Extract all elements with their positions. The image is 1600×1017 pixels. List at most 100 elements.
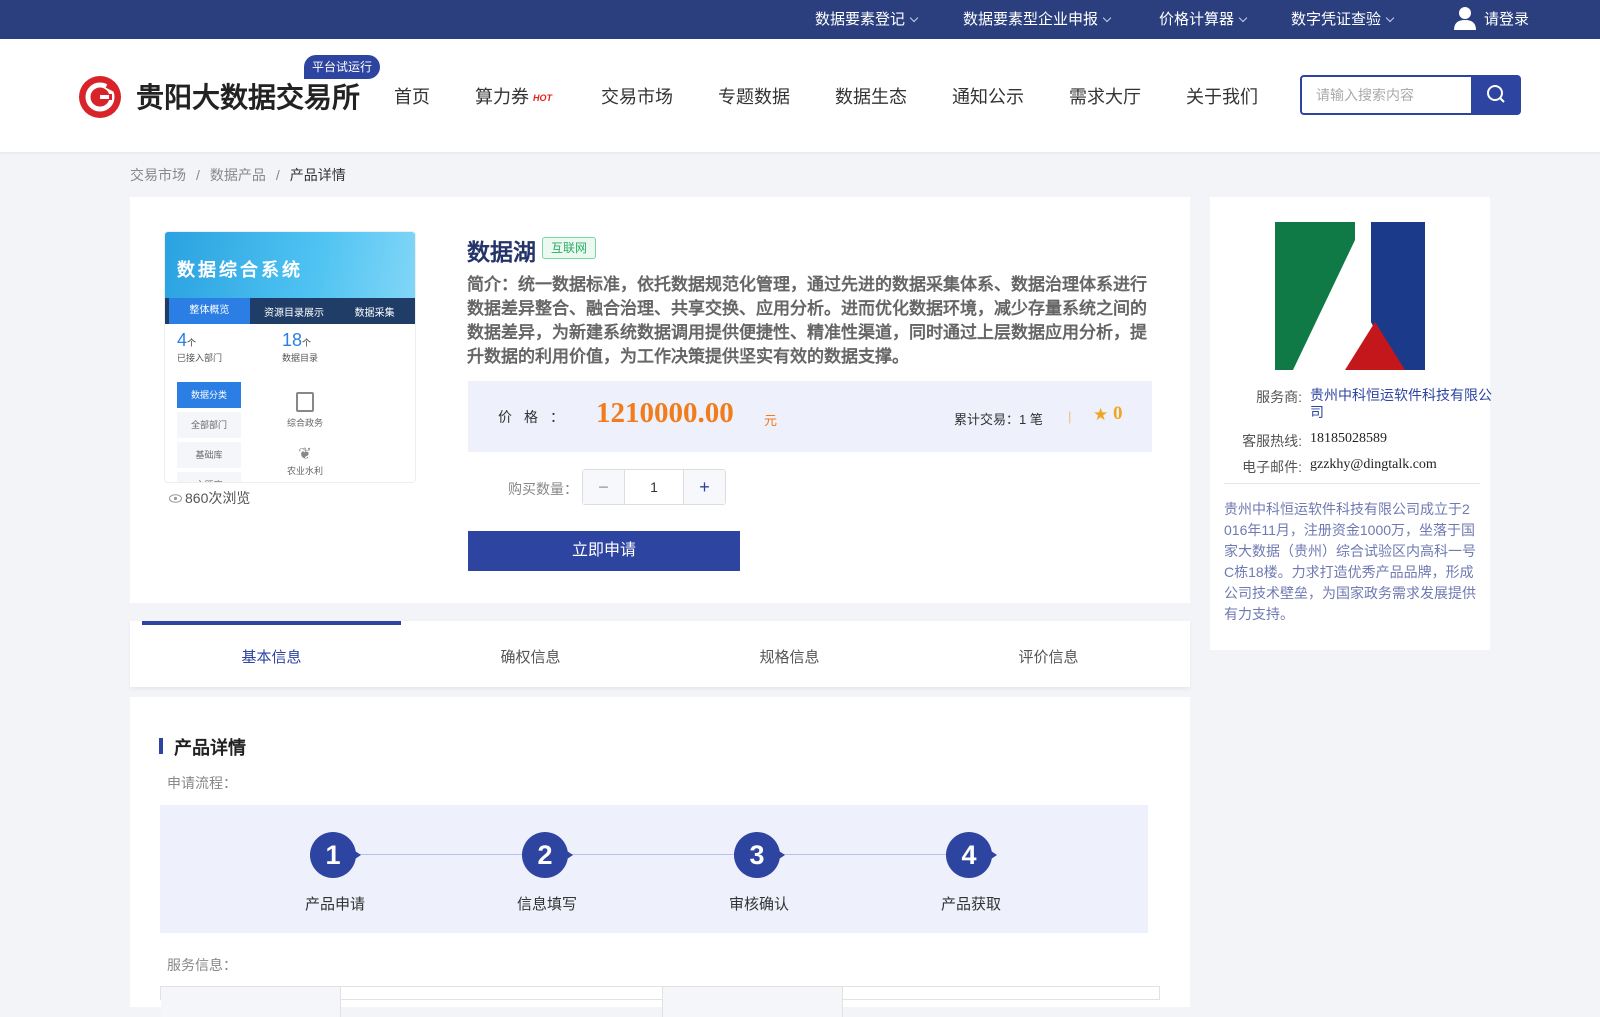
image-icon-label: 综合政务 [287,392,323,429]
rating-value: 0 [1113,403,1123,424]
eye-icon [169,494,182,503]
logo-text[interactable]: 贵阳大数据交易所 [136,76,360,116]
step-2-icon: 2 [522,832,573,878]
trade-value: 1 笔 [1019,412,1043,427]
decrement-button[interactable]: − [583,470,624,504]
apply-button[interactable]: 立即申请 [468,531,740,571]
topbar-certificate-check[interactable]: 数字凭证查验 [1291,0,1395,39]
breadcrumb-separator: / [196,167,200,183]
step-3-icon: 3 [734,832,785,878]
tab-basic-info[interactable]: 基本信息 [142,621,401,687]
topbar-enterprise-apply[interactable]: 数据要素型企业申报 [963,0,1112,39]
table-cell [663,987,843,1017]
nav-home[interactable]: 首页 [394,83,430,109]
search-input[interactable] [1300,75,1472,115]
document-icon [296,392,314,412]
vendor-logo[interactable] [1275,222,1425,370]
image-stat: 4个 已接入部门 [177,330,222,364]
hotline-label: 客服热线: [1242,433,1302,449]
image-menu-item: 主题库 [177,472,241,482]
star-icon: ★ [1093,405,1109,424]
stat-label: 已接入部门 [177,353,223,363]
category-tag: 互联网 [542,237,597,259]
hot-badge: HOT [533,93,552,103]
divider: | [1068,409,1072,424]
process-flow: 1 2 3 4 产品申请 信息填写 审核确认 产品获取 [160,805,1148,933]
price-unit: 元 [764,413,778,428]
topbar-data-registration[interactable]: 数据要素登记 [815,0,919,39]
minus-icon: − [598,476,609,497]
topbar-price-calculator[interactable]: 价格计算器 [1159,0,1248,39]
stat-unit: 个 [302,338,312,348]
tab-review-info[interactable]: 评价信息 [919,621,1178,687]
provider-label: 服务商: [1256,389,1302,405]
vendor-description: 贵州中科恒运软件科技有限公司成立于2016年11月，注册资金1000万，坐落于国… [1224,501,1476,622]
nav-demand-hall[interactable]: 需求大厅 [1069,83,1141,109]
product-name: 数据湖 [467,239,536,265]
image-icon-label: ❦ 农业水利 [287,446,324,476]
stat-value: 18 [282,330,303,350]
quantity-stepper: − 1 + [582,469,726,505]
product-image[interactable]: 数据综合系统 整体概览 资源目录展示 数据采集 4个 已接入部门 18个 数据目录 … [164,231,416,483]
search-button[interactable] [1471,75,1521,115]
nav-ecosystem[interactable]: 数据生态 [835,83,907,109]
tab-spec-info[interactable]: 规格信息 [660,621,919,687]
topbar-label: 数字凭证查验 [1291,11,1382,28]
breadcrumb: 交易市场 / 数据产品 / 产品详情 [130,165,356,185]
step-4-label: 产品获取 [940,896,1001,913]
product-intro: 简介：统一数据标准，依托数据规范化管理，通过先进的数据采集体系、数据治理体系进行… [467,275,1147,366]
service-info-table [160,986,1160,1017]
flow-connector [349,854,961,855]
search-icon [1487,85,1505,103]
step-4-icon: 4 [946,832,997,878]
image-tabs: 整体概览 资源目录展示 数据采集 [165,298,415,324]
breadcrumb-separator: / [275,167,280,183]
quantity-label: 购买数量： [508,481,578,497]
breadcrumb-current: 产品详情 [289,167,346,183]
trade-count: 累计交易：1 笔 [954,409,1043,428]
nav-notices[interactable]: 通知公示 [952,83,1024,109]
provider-name[interactable]: 贵州中科恒运软件科技有限公司 [1310,387,1492,421]
view-count: 860次浏览 [169,488,250,508]
table-cell [341,987,663,1017]
image-tab: 资源目录展示 [264,307,324,319]
image-stats: 4个 已接入部门 18个 数据目录 [165,324,415,364]
table-cell [161,987,341,1017]
stat-unit: 个 [187,338,197,348]
site-header: 贵阳大数据交易所 平台试运行 首页 算力券 HOT 交易市场 专题数据 数据生态… [0,39,1600,152]
login-link[interactable]: 请登录 [1454,0,1529,39]
logo-icon[interactable] [79,76,121,118]
image-stat: 18个数据目录 [282,330,318,364]
nav-about[interactable]: 关于我们 [1186,83,1258,109]
chevron-down-icon [909,13,919,23]
step-1-label: 产品申请 [304,896,365,913]
plus-icon: + [699,476,710,497]
nav-topic-data[interactable]: 专题数据 [718,83,790,109]
image-title: 数据综合系统 [165,232,415,298]
image-menu: 数据分类 全部部门 基础库 主题库 [177,382,241,482]
price-value: 1210000.00 [596,397,734,429]
stat-label: 数据目录 [282,353,319,363]
image-tab: 整体概览 [169,298,250,324]
divider [1224,483,1480,484]
top-bar: 数据要素登记 数据要素型企业申报 价格计算器 数字凭证查验 请登录 [0,0,1600,39]
nav-market[interactable]: 交易市场 [601,83,673,109]
step-1-icon: 1 [310,832,361,878]
nav-computing-voucher[interactable]: 算力券 [475,83,529,109]
image-menu-item: 数据分类 [177,382,241,408]
breadcrumb-data-products[interactable]: 数据产品 [210,167,266,183]
email-value: gzzkhy@dingtalk.com [1310,457,1437,472]
breadcrumb-market[interactable]: 交易市场 [130,167,186,183]
view-count-text: 860次浏览 [185,490,251,506]
chevron-down-icon [1102,13,1112,23]
trade-label: 累计交易： [954,412,1020,427]
email-label: 电子邮件: [1242,459,1302,475]
step-2-label: 信息填写 [516,896,577,913]
info-tabs: 基本信息 确权信息 规格信息 评价信息 [130,621,1190,687]
image-menu-item: 基础库 [177,442,241,468]
quantity-value[interactable]: 1 [624,470,684,504]
tab-rights-info[interactable]: 确权信息 [401,621,660,687]
price-box: 价格： 1210000.00 元 累计交易：1 笔 | ★ 0 [468,381,1152,452]
increment-button[interactable]: + [684,470,725,504]
service-info-label: 服务信息： [167,957,237,973]
